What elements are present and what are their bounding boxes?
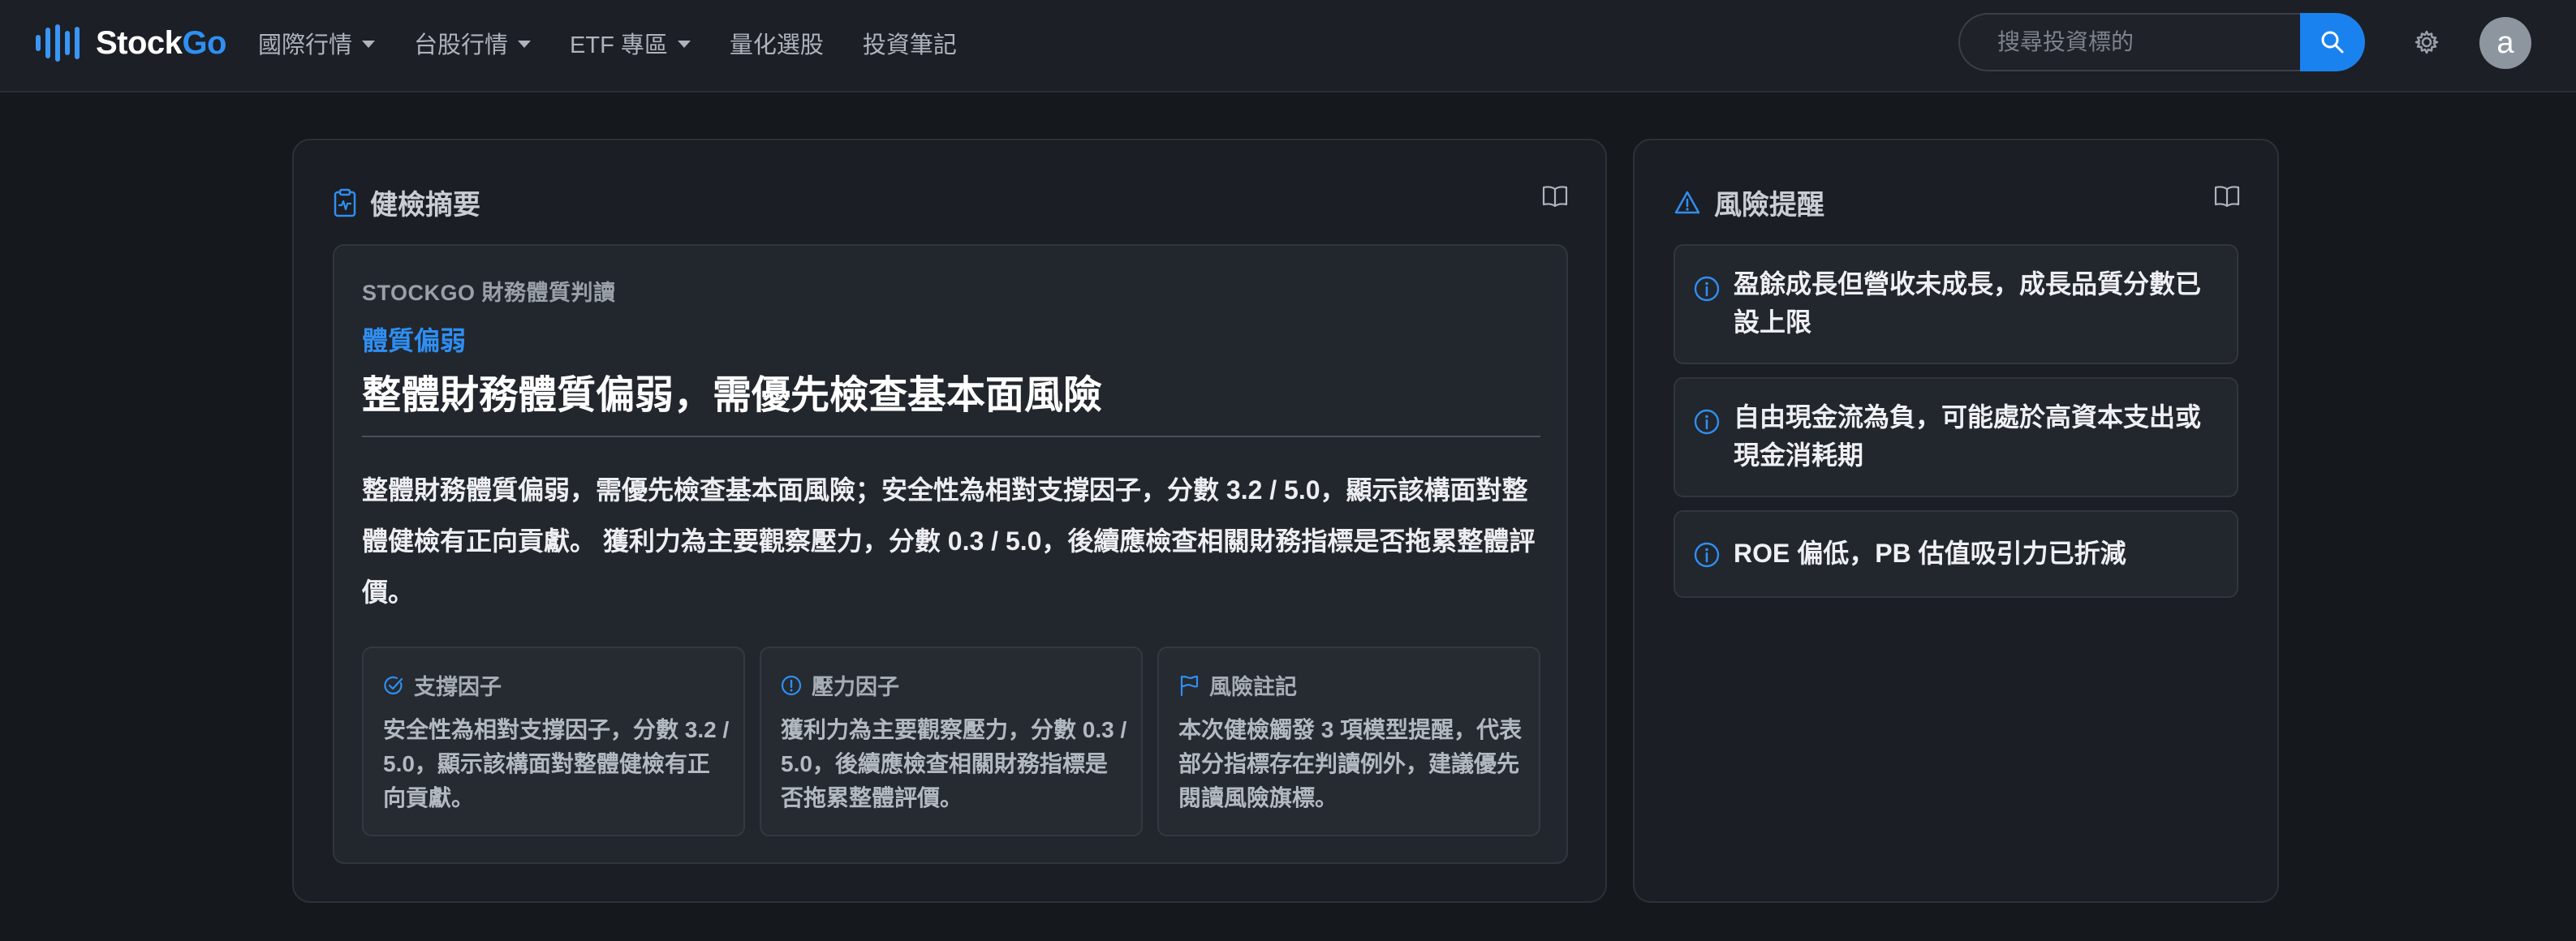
search-button[interactable] [2300,13,2365,71]
support-factor-card: 支撐因子 安全性為相對支撐因子，分數 3.2 / 5.0，顯示該構面對整體健檢有… [362,647,745,836]
health-summary-text: 整體財務體質偏弱，需優先檢查基本面風險；安全性為相對支撐因子，分數 3.2 / … [362,475,1536,607]
book-icon [1542,184,1568,212]
health-headline: 整體財務體質偏弱，需優先檢查基本面風險 [362,374,1103,417]
caret-down-icon [518,41,532,48]
factor-body: 本次健檢觸發 3 項模型提醒，代表部分指標存在判讀例外，建議優先閱讀風險旗標。 [1178,717,1523,810]
risk-alert-text: 自由現金流為負，可能處於高資本支出或現金消耗期 [1734,402,2202,470]
factor-body: 安全性為相對支撐因子，分數 3.2 / 5.0，顯示該構面對整體健檢有正向貢獻。 [383,717,730,810]
factor-header: 風險註記 [1178,669,1297,701]
gear-icon [2414,29,2440,55]
risk-alert-item: ROE 偏低，PB 估值吸引力已折減 [1674,510,2238,598]
nav-item-label: ETF 專區 [570,32,668,58]
flag-icon [1178,674,1200,697]
factor-label: 壓力因子 [812,675,899,699]
nav-item-international[interactable]: 國際行情 [258,26,376,60]
factor-label: 支撐因子 [414,675,502,699]
settings-button[interactable] [2412,28,2441,57]
factor-header: 壓力因子 [781,669,899,701]
caret-down-icon [362,41,376,48]
exclamation-circle-icon [781,675,802,696]
warning-triangle-icon [1674,190,1701,216]
factor-label: 風險註記 [1209,675,1297,699]
main-nav: 國際行情 台股行情 ETF 專區 量化選股 投資筆記 [258,24,996,62]
nav-item-quant-screener[interactable]: 量化選股 [730,26,824,60]
brand-name-part1: Stock [96,24,183,61]
top-navbar: StockGo 國際行情 台股行情 ETF 專區 量化選股 投資筆記 搜尋投資標… [0,0,2576,92]
clipboard-pulse-icon [333,188,357,217]
risk-note-card: 風險註記 本次健檢觸發 3 項模型提醒，代表部分指標存在判讀例外，建議優先閱讀風… [1157,647,1540,836]
nav-item-taiwan-stocks[interactable]: 台股行情 [414,26,532,60]
check-circle-icon [383,675,404,696]
card-header: 健檢摘要 [333,183,480,222]
risk-alert-item: 盈餘成長但營收未成長，成長品質分數已設上限 [1674,244,2238,364]
brand-logo-link[interactable]: StockGo [36,24,226,62]
factor-header: 支撐因子 [383,669,502,701]
brand-name: StockGo [96,25,226,62]
nav-item-label: 台股行情 [414,32,509,58]
brand-name-part2: Go [182,24,226,61]
search-icon [2320,29,2346,55]
user-avatar[interactable]: a [2479,17,2531,69]
help-book-button[interactable] [2214,184,2242,212]
risk-alert-item: 自由現金流為負，可能處於高資本支出或現金消耗期 [1674,377,2238,497]
stockgo-logo-icon [36,24,80,62]
search-input[interactable] [1958,13,2300,71]
card-title: 風險提醒 [1714,190,1824,221]
pressure-factor-card: 壓力因子 獲利力為主要觀察壓力，分數 0.3 / 5.0，後續應檢查相關財務指標… [760,647,1143,836]
info-circle-icon [1693,541,1721,569]
nav-item-etf[interactable]: ETF 專區 [570,26,691,60]
risk-alerts-card: 風險提醒 盈餘成長但營收未成長，成長品質分數已設上限 自由現金流為負，可能處於高… [1633,139,2279,903]
info-circle-icon [1693,275,1721,303]
health-summary-card: 健檢摘要 STOCKGO 財務體質判讀 體質偏弱 整體財務體質偏弱，需優先檢查基… [292,139,1607,903]
card-header: 風險提醒 [1674,183,1824,222]
book-icon [2214,184,2240,212]
divider [362,436,1540,437]
risk-alert-text: ROE 偏低，PB 估值吸引力已折減 [1734,539,2126,568]
search-bar [1958,13,2365,71]
risk-alert-text: 盈餘成長但營收未成長，成長品質分數已設上限 [1734,269,2202,337]
nav-item-label: 量化選股 [729,32,824,58]
factor-body: 獲利力為主要觀察壓力，分數 0.3 / 5.0，後續應檢查相關財務指標是否拖累整… [781,717,1127,810]
nav-item-investment-notes[interactable]: 投資筆記 [863,26,957,60]
health-analysis-panel: STOCKGO 財務體質判讀 體質偏弱 整體財務體質偏弱，需優先檢查基本面風險 … [333,244,1568,864]
card-title: 健檢摘要 [370,190,480,221]
caret-down-icon [677,41,691,48]
info-circle-icon [1693,408,1721,436]
section-eyebrow: STOCKGO 財務體質判讀 [362,281,616,305]
nav-item-label: 投資筆記 [862,32,957,58]
nav-item-label: 國際行情 [258,32,353,58]
health-status-tag: 體質偏弱 [362,326,467,355]
help-book-button[interactable] [1542,184,1570,212]
